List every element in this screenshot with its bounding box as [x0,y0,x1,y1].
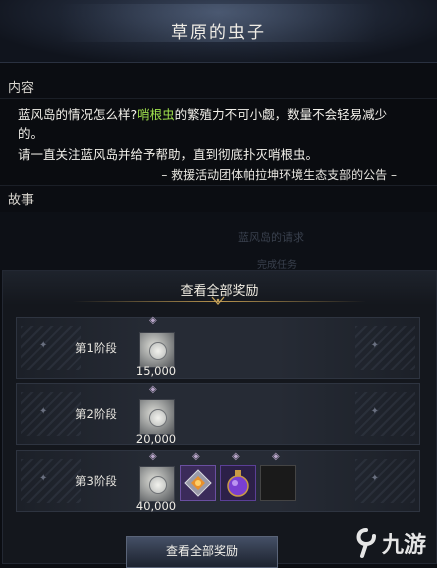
sparkle-icon: ✦ [39,340,48,351]
quest-title: 草原的虫子 [171,23,266,43]
reward-count: 40,000 [135,499,177,513]
watermark-text: 九游 [381,532,426,558]
silver-coin-icon[interactable] [139,332,175,368]
coin-face [149,476,167,494]
silver-coin-icon[interactable] [139,399,175,435]
content-line-3: 请一直关注蓝风岛并给予帮助，直到彻底扑灭哨根虫。 [18,147,319,162]
dark-item-icon[interactable] [260,465,296,501]
sparkle-icon: ✦ [370,473,379,484]
sparkle-icon: ✦ [39,406,48,417]
stage-label: 第2阶段 [75,407,117,421]
story-section-label: 故事 [8,193,35,208]
content-line-1-text: 蓝风岛的情况怎么样? [18,107,138,122]
stage-row-3: 第3阶段 ✦ ✦ [16,450,420,512]
stage-label: 第3阶段 [75,474,117,488]
coin-face [149,342,167,360]
jiuyou-watermark-logo: 九游 [352,522,437,562]
highlight-keyword: 哨根虫 [137,107,175,122]
stage-row-1: 第1阶段 ✦ ✦ [16,317,420,379]
window-header: 草原的虫子 [0,0,437,63]
diamond-marker-icon: ◈ [272,451,280,462]
amber-gem-shape [184,469,212,497]
view-all-rewards-button[interactable]: 查看全部奖励 [126,536,278,568]
story-ghost-text-1: 蓝风岛的请求 [238,231,304,244]
potion-icon[interactable] [220,465,256,501]
reward-count: 20,000 [135,432,177,446]
stage-label: 第1阶段 [75,341,117,355]
sparkle-icon: ✦ [39,473,48,484]
diamond-marker-icon: ◈ [192,451,200,462]
sparkle-icon: ✦ [370,340,379,351]
diamond-marker-icon: ◈ [232,451,240,462]
stage-row-2: 第2阶段 ✦ ✦ [16,383,420,445]
potion-shape [227,470,249,497]
content-line-1: 蓝风岛的情况怎么样?哨根虫的繁殖力不可小觑，数量不会轻易减少 [18,104,387,125]
sparkle-icon: ✦ [370,406,379,417]
signature-line: – 救援活动团体帕拉坤环境生态支部的公告 – [161,168,397,182]
diamond-marker-icon: ◈ [149,451,157,462]
story-ghost-text-2: 完成任务 [257,260,297,271]
rewards-header: 查看全部奖励 [3,271,436,305]
diamond-marker-icon: ◈ [149,384,157,395]
content-line-1-tail: 的繁殖力不可小觑，数量不会轻易减少 [174,107,388,122]
silver-coin-icon[interactable] [139,466,175,502]
story-box: 蓝风岛的请求 完成任务 [0,212,437,271]
amber-gem-icon[interactable] [180,465,216,501]
ornament-icon [211,296,225,306]
content-section-label: 内容 [8,81,35,96]
reward-count: 15,000 [135,364,177,378]
coin-face [149,409,167,427]
content-line-2: 的。 [18,126,44,141]
diamond-marker-icon: ◈ [149,315,157,326]
